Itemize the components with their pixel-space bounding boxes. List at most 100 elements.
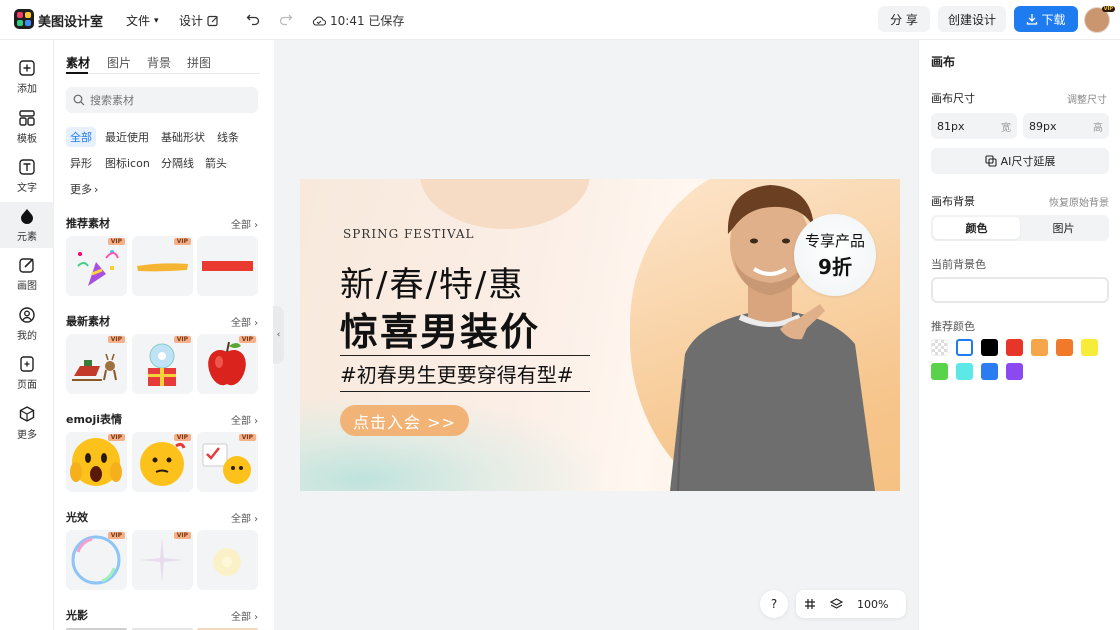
section-light-all[interactable]: 全部 › [231,510,258,525]
tab-images[interactable]: 图片 [107,54,131,71]
design-canvas[interactable]: SPRING FESTIVAL 新/春/特/惠 惊喜男装价 #初春男生更要穿得有… [300,179,900,491]
tab-divider [66,73,260,74]
seg-color[interactable]: 颜色 [933,217,1020,239]
asset-sleigh[interactable]: VIP [66,334,127,394]
design-tagline[interactable]: #初春男生更要穿得有型# [340,355,590,392]
swatch-black[interactable] [981,339,998,356]
swatch-red[interactable] [1006,339,1023,356]
width-field[interactable]: 81px 宽 [931,113,1017,139]
asset-red-bar[interactable] [197,236,258,296]
red-bar-image [202,261,253,271]
section-recommended-all-label: 全部 [231,220,251,231]
asset-emoji-scared[interactable]: VIP [66,432,127,492]
create-design-button[interactable]: 创建设计 [938,6,1006,32]
grid-icon[interactable] [804,598,816,610]
nav-elements-label: 元素 [17,232,37,243]
seg-image[interactable]: 图片 [1020,217,1107,239]
tab-collage[interactable]: 拼图 [187,54,211,71]
asset-yellow-stroke[interactable]: VIP [132,236,193,296]
nav-add[interactable]: 添加 [0,54,54,100]
undo-icon[interactable] [246,12,260,26]
layers-icon[interactable] [830,598,843,610]
page-add-icon [20,356,34,372]
chip-basic-shapes[interactable]: 基础形状 [157,127,209,147]
app-logo-icon[interactable] [14,9,34,29]
design-headline-1[interactable]: 新/春/特/惠 [340,257,524,306]
asset-emoji-thinking[interactable]: VIP [132,432,193,492]
nav-text-label: 文字 [17,183,37,194]
current-bg-swatch[interactable] [931,277,1109,303]
nav-elements[interactable]: 元素 [0,202,54,248]
download-button[interactable]: 下载 [1014,6,1078,32]
download-icon [1027,14,1038,25]
height-field[interactable]: 89px 高 [1023,113,1109,139]
collapse-panel-button[interactable]: ‹ [273,306,284,364]
design-headline-2[interactable]: 惊喜男装价 [340,301,540,356]
yellow-brush-image [137,263,188,272]
chip-irregular[interactable]: 异形 [66,153,96,173]
swatch-purple[interactable] [1006,363,1023,380]
swatch-orange[interactable] [1056,339,1073,356]
chip-icons[interactable]: 图标icon [101,153,154,173]
swatch-yellow[interactable] [1081,339,1098,356]
redo-icon[interactable] [279,12,293,26]
nav-more[interactable]: 更多 [0,400,54,446]
asset-apple[interactable]: VIP [197,334,258,394]
asset-bubble[interactable]: VIP [66,530,127,590]
swatch-white[interactable] [956,339,973,356]
nav-template[interactable]: 模板 [0,104,54,150]
chip-all[interactable]: 全部 [66,127,96,147]
section-latest-title: 最新素材 [66,315,110,328]
current-bg-label: 当前背景色 [931,258,986,271]
swatch-cyan[interactable] [956,363,973,380]
section-latest-all-label: 全部 [231,318,251,329]
chip-lines[interactable]: 线条 [213,127,243,147]
share-button[interactable]: 分 享 [878,6,930,32]
ai-resize-button[interactable]: AI尺寸延展 [931,148,1109,174]
width-unit: 宽 [1001,122,1011,134]
avatar[interactable]: VIP [1084,6,1115,33]
asset-emoji-checklist[interactable]: VIP [197,432,258,492]
help-button[interactable]: ? [760,590,788,618]
section-shadow-all[interactable]: 全部 › [231,608,258,623]
chevron-left-icon: ‹ [276,330,281,340]
resize-link[interactable]: 调整尺寸 [1067,91,1107,106]
asset-glow[interactable] [197,530,258,590]
nav-draw[interactable]: 画图 [0,251,54,297]
search-input[interactable] [90,93,250,107]
swatch-transparent[interactable] [931,339,948,356]
swatch-green[interactable] [931,363,948,380]
file-menu[interactable]: 文件 ▾ [126,12,159,29]
chip-arrows[interactable]: 箭头 [201,153,231,173]
section-emoji-title: emoji表情 [66,413,123,426]
apple-image [208,341,246,386]
asset-sparkle[interactable]: VIP [132,530,193,590]
section-shadow-all-label: 全部 [231,612,251,623]
nav-page[interactable]: 页面 [0,350,54,396]
nav-mine[interactable]: 我的 [0,301,54,347]
design-menu[interactable]: 设计 [179,12,219,29]
swatch-light-orange[interactable] [1031,339,1048,356]
shapes-icon [21,209,33,224]
search-box[interactable] [66,87,258,113]
design-subtitle[interactable]: SPRING FESTIVAL [343,227,475,241]
nav-more-label: 更多 [17,430,37,441]
section-emoji-all[interactable]: 全部 › [231,412,258,427]
tab-materials[interactable]: 素材 [66,54,90,71]
chip-recent[interactable]: 最近使用 [101,127,153,147]
design-cta-button[interactable]: 点击入会 >> [340,405,469,436]
left-nav: 添加 模板 文字 元素 画图 我的 页面 更多 [0,40,54,630]
swatch-blue[interactable] [981,363,998,380]
asset-party-popper[interactable]: VIP [66,236,127,296]
section-recommended-all[interactable]: 全部 › [231,216,258,231]
asset-gift-snowglobe[interactable]: VIP [132,334,193,394]
design-discount-badge[interactable]: 专享产品 9折 [794,214,876,296]
restore-bg-link[interactable]: 恢复原始背景 [1049,194,1109,209]
search-icon [73,94,85,106]
tab-backgrounds[interactable]: 背景 [147,54,171,71]
zoom-level[interactable]: 100% [857,598,888,611]
chip-more[interactable]: 更多 › [66,179,102,199]
nav-text[interactable]: 文字 [0,153,54,199]
chip-dividers[interactable]: 分隔线 [157,153,198,173]
section-latest-all[interactable]: 全部 › [231,314,258,329]
